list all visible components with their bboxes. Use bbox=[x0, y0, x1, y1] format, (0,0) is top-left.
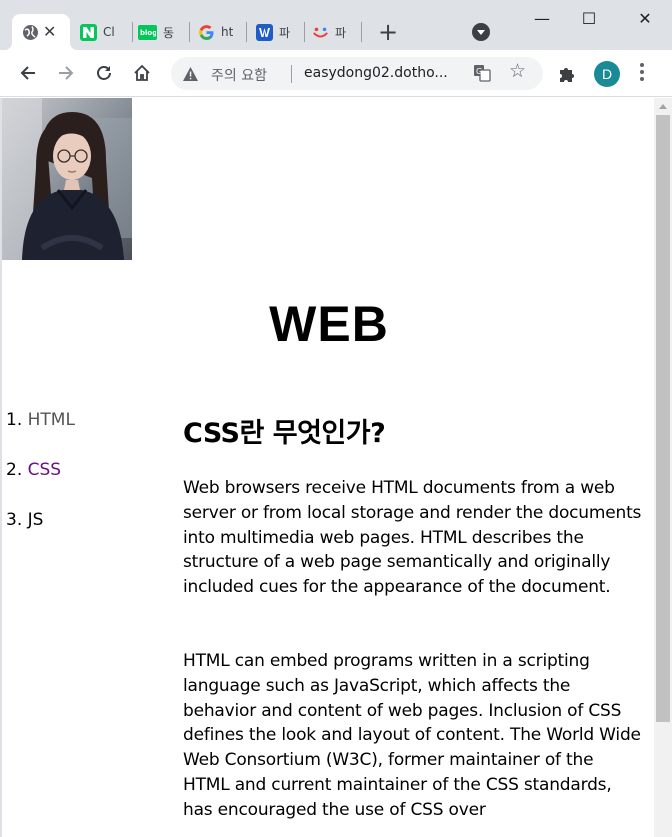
home-button[interactable] bbox=[128, 59, 156, 87]
globe-icon bbox=[22, 24, 39, 41]
browser-toolbar: 주의 요함 easydong02.dotho... G ☆ D bbox=[0, 50, 672, 97]
tab-active[interactable]: ✕ bbox=[4, 14, 78, 50]
reload-button[interactable] bbox=[90, 59, 118, 87]
tab-2[interactable]: Cl bbox=[80, 14, 115, 50]
article-heading: CSS란 무엇인가? bbox=[183, 418, 386, 449]
new-tab-button[interactable]: + bbox=[374, 19, 402, 47]
nav-number: 1. bbox=[6, 410, 23, 430]
nav-item-html: 1. HTML bbox=[6, 410, 75, 460]
omnibox-divider bbox=[291, 65, 292, 83]
tab-title: 파 bbox=[279, 25, 291, 40]
article: CSS란 무엇인가? Web browsers receive HTML doc… bbox=[183, 411, 645, 837]
profile-photo bbox=[2, 98, 132, 260]
tab-separator bbox=[132, 22, 133, 42]
scrollbar-thumb[interactable] bbox=[656, 115, 670, 722]
google-icon bbox=[198, 24, 215, 41]
tab-strip: ✕ Cl blog 동 ht 파 파 + — ☐ ✕ bbox=[0, 0, 672, 50]
tab-search-icon[interactable] bbox=[472, 23, 490, 41]
vertical-scrollbar[interactable] bbox=[654, 98, 672, 837]
tab-separator bbox=[246, 22, 247, 42]
article-paragraph: HTML can embed programs written in a scr… bbox=[183, 650, 641, 820]
svg-text:blog: blog bbox=[140, 29, 156, 37]
w-icon bbox=[256, 23, 273, 41]
nav-link-html[interactable]: HTML bbox=[28, 410, 75, 430]
nav-number: 2. bbox=[6, 460, 23, 480]
nav-number: 3. bbox=[6, 510, 23, 530]
nav-item-css: 2. CSS bbox=[6, 460, 75, 510]
scroll-up-arrow-icon[interactable] bbox=[659, 104, 667, 109]
security-label[interactable]: 주의 요함 bbox=[211, 65, 267, 85]
naver-icon bbox=[80, 23, 97, 41]
tab-separator bbox=[361, 22, 362, 42]
bookmark-star-icon[interactable]: ☆ bbox=[509, 62, 526, 81]
tab-6[interactable]: 파 bbox=[312, 14, 347, 50]
nav-link-js[interactable]: JS bbox=[28, 510, 44, 530]
reload-icon bbox=[97, 66, 111, 80]
close-window-button[interactable]: ✕ bbox=[625, 6, 665, 32]
forward-button[interactable] bbox=[52, 59, 80, 87]
tab-title: ht bbox=[221, 25, 233, 39]
page-viewport: WEB 1. HTML 2. CSS 3. JS CSS란 무엇인가? Web … bbox=[0, 98, 672, 837]
profile-avatar[interactable]: D bbox=[594, 61, 620, 87]
back-arrow-icon bbox=[20, 66, 35, 80]
back-button[interactable] bbox=[14, 59, 42, 87]
tab-3[interactable]: blog 동 bbox=[138, 14, 175, 50]
page-title: WEB bbox=[269, 296, 389, 352]
nav-link-css[interactable]: CSS bbox=[28, 460, 61, 480]
warning-icon[interactable] bbox=[183, 66, 198, 85]
home-icon bbox=[134, 64, 150, 81]
url-text[interactable]: easydong02.dotho... bbox=[304, 65, 448, 81]
smile-icon bbox=[312, 24, 329, 41]
tab-title: 동 bbox=[163, 25, 175, 40]
extensions-puzzle-icon[interactable] bbox=[557, 64, 577, 88]
translate-icon[interactable]: G bbox=[473, 64, 491, 82]
maximize-button[interactable]: ☐ bbox=[569, 6, 609, 32]
tab-separator bbox=[189, 22, 190, 42]
article-paragraph: Web browsers receive HTML documents from… bbox=[183, 478, 642, 598]
minimize-button[interactable]: — bbox=[522, 6, 562, 32]
tab-4[interactable]: ht bbox=[198, 14, 233, 50]
close-tab-icon[interactable]: ✕ bbox=[43, 24, 56, 40]
naver-blog-icon: blog bbox=[138, 24, 157, 40]
tab-5[interactable]: 파 bbox=[256, 14, 291, 50]
tab-title: 파 bbox=[335, 25, 347, 40]
tab-title: Cl bbox=[103, 25, 115, 39]
address-bar[interactable]: 주의 요함 easydong02.dotho... G ☆ bbox=[171, 57, 543, 90]
table-of-contents: 1. HTML 2. CSS 3. JS bbox=[6, 410, 75, 560]
menu-dots-icon[interactable] bbox=[640, 63, 644, 84]
nav-item-js: 3. JS bbox=[6, 510, 75, 560]
svg-text:G: G bbox=[476, 67, 482, 76]
tab-separator bbox=[304, 22, 305, 42]
forward-arrow-icon bbox=[59, 66, 74, 80]
